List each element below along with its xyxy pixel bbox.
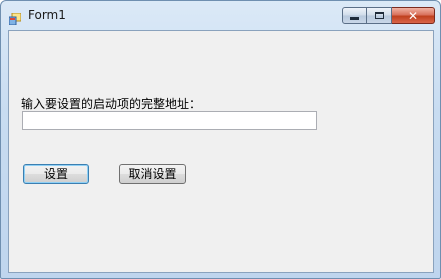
minimize-icon bbox=[350, 17, 359, 20]
app-window: Form1 ✕ 输入要设置的启动项的完整地址： 设置 取消设置 bbox=[0, 0, 441, 279]
form-client-area: 输入要设置的启动项的完整地址： 设置 取消设置 bbox=[8, 30, 434, 273]
cancel-set-button[interactable]: 取消设置 bbox=[119, 164, 186, 184]
caption-buttons: ✕ bbox=[342, 7, 435, 25]
set-button[interactable]: 设置 bbox=[23, 164, 89, 184]
minimize-button[interactable] bbox=[342, 7, 367, 24]
close-button[interactable]: ✕ bbox=[392, 7, 435, 24]
form-icon bbox=[8, 10, 22, 26]
path-label: 输入要设置的启动项的完整地址： bbox=[21, 97, 202, 111]
window-title: Form1 bbox=[28, 8, 66, 22]
maximize-icon bbox=[374, 12, 384, 19]
maximize-button[interactable] bbox=[367, 7, 392, 24]
title-bar[interactable]: Form1 ✕ bbox=[1, 1, 440, 31]
path-input[interactable] bbox=[22, 111, 317, 130]
close-icon: ✕ bbox=[407, 8, 419, 23]
